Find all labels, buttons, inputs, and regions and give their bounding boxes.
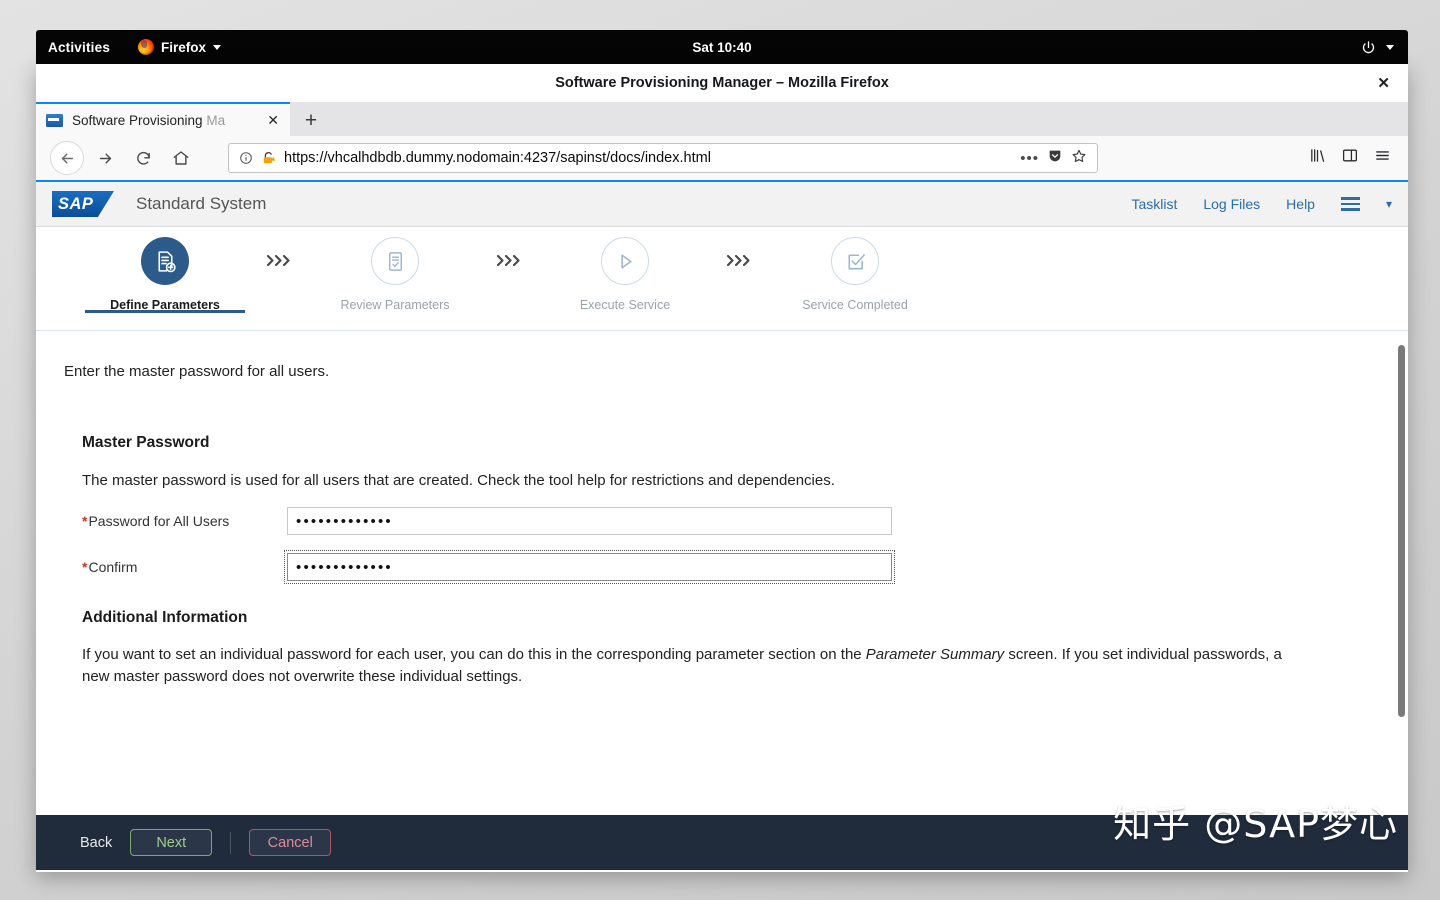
info-icon[interactable] — [239, 151, 253, 165]
chevrons-right-icon — [484, 237, 536, 268]
wizard-steps: Define Parameters Review Parameters Exec… — [36, 227, 1408, 331]
wizard-step-label: Service Completed — [802, 298, 908, 312]
navigation-toolbar: https://vhcalhdbdb.dummy.nodomain:4237/s… — [36, 136, 1408, 182]
browser-tab-active[interactable]: Software Provisioning Ma ✕ — [36, 102, 290, 136]
chevrons-right-icon — [254, 237, 306, 268]
bookmark-star-icon[interactable] — [1071, 148, 1087, 168]
page-actions-ellipsis-icon[interactable]: ••• — [1020, 150, 1039, 167]
sidebar-icon[interactable] — [1341, 147, 1359, 169]
additional-text-emphasis: Parameter Summary — [865, 646, 1005, 663]
activities-button[interactable]: Activities — [48, 40, 110, 55]
password-for-all-users-input[interactable]: ••••••••••••• — [287, 507, 892, 535]
close-tab-icon[interactable]: ✕ — [264, 112, 282, 129]
pocket-icon[interactable] — [1047, 148, 1063, 168]
nav-link-log-files[interactable]: Log Files — [1203, 196, 1260, 212]
firefox-window: Software Provisioning Manager – Mozilla … — [36, 64, 1408, 872]
form-row-password-for-all-users: *Password for All Users ••••••••••••• — [82, 507, 1348, 535]
content-body: Enter the master password for all users.… — [36, 331, 1408, 858]
required-indicator: * — [82, 513, 88, 529]
nav-link-tasklist[interactable]: Tasklist — [1131, 196, 1177, 212]
chevron-down-icon — [213, 44, 222, 50]
master-password-section: Master Password The master password is u… — [36, 434, 1408, 688]
wizard-active-underline — [85, 310, 245, 313]
toolbar-right-icons — [1308, 147, 1394, 169]
chevrons-right-icon — [714, 237, 766, 268]
wizard-step-service-completed[interactable]: Service Completed — [766, 237, 944, 312]
document-check-icon — [371, 237, 419, 285]
gnome-top-bar: Activities Firefox Sat 10:40 — [36, 30, 1408, 64]
scrollbar-thumb[interactable] — [1398, 345, 1405, 717]
url-bar[interactable]: https://vhcalhdbdb.dummy.nodomain:4237/s… — [228, 143, 1098, 173]
wizard-step-label: Review Parameters — [340, 298, 450, 312]
back-arrow-icon[interactable] — [50, 141, 84, 175]
cancel-button[interactable]: Cancel — [249, 829, 332, 856]
wizard-step-define-parameters[interactable]: Define Parameters — [76, 237, 254, 313]
wizard-step-execute-service[interactable]: Execute Service — [536, 237, 714, 312]
power-icon — [1362, 40, 1375, 53]
home-icon[interactable] — [164, 141, 198, 175]
additional-information-text: If you want to set an individual passwor… — [82, 644, 1292, 688]
sap-header-nav: Tasklist Log Files Help ▾ — [1131, 196, 1392, 212]
wizard-step-label: Execute Service — [579, 298, 671, 312]
sap-logo: SAP — [52, 191, 114, 217]
form-row-confirm: *Confirm ••••••••••••• — [82, 550, 1348, 584]
back-button[interactable]: Back — [80, 835, 112, 851]
sap-app-header: SAP Standard System Tasklist Log Files H… — [36, 182, 1408, 227]
firefox-app-menu-label: Firefox — [161, 39, 207, 55]
page-title: Standard System — [136, 194, 267, 213]
tab-title: Software Provisioning Ma — [72, 112, 226, 128]
library-icon[interactable] — [1308, 147, 1327, 169]
document-add-icon — [141, 237, 189, 285]
system-status-area[interactable] — [1361, 40, 1394, 55]
nav-link-help[interactable]: Help — [1286, 196, 1315, 212]
label-confirm: *Confirm — [82, 559, 287, 575]
screen: Activities Firefox Sat 10:40 Software Pr… — [0, 0, 1440, 900]
chevron-down-icon — [1386, 44, 1394, 50]
label-password-for-all-users: *Password for All Users — [82, 513, 287, 529]
app-menu-icon[interactable] — [1373, 147, 1392, 169]
section-heading-additional-information: Additional Information — [82, 609, 248, 626]
firefox-app-menu[interactable]: Firefox — [138, 39, 222, 55]
label-text: Confirm — [88, 559, 138, 575]
close-icon[interactable]: ✕ — [1377, 74, 1390, 92]
new-tab-button[interactable]: + — [290, 106, 332, 136]
section-description: The master password is used for all user… — [82, 472, 835, 489]
vertical-scrollbar[interactable] — [1395, 331, 1408, 858]
play-icon — [601, 237, 649, 285]
intro-text: Enter the master password for all users. — [64, 363, 330, 380]
firefox-logo-icon — [138, 39, 155, 55]
window-titlebar: Software Provisioning Manager – Mozilla … — [36, 64, 1408, 102]
chevron-down-icon[interactable]: ▾ — [1386, 197, 1392, 211]
sap-favicon-icon — [46, 113, 63, 127]
hamburger-menu-icon[interactable] — [1340, 197, 1360, 211]
next-button[interactable]: Next — [130, 829, 213, 856]
reload-icon[interactable] — [126, 141, 160, 175]
watermark: 知乎 @SAP梦心 — [1113, 802, 1398, 846]
label-text: Password for All Users — [88, 513, 230, 529]
page-content: SAP Standard System Tasklist Log Files H… — [36, 182, 1408, 870]
additional-text-part-1: If you want to set an individual passwor… — [82, 646, 866, 663]
sap-logo-text: SAP — [58, 194, 94, 213]
footer-divider — [230, 831, 232, 854]
window-title: Software Provisioning Manager – Mozilla … — [555, 75, 889, 91]
section-heading-master-password: Master Password — [82, 434, 210, 451]
confirm-password-input[interactable]: ••••••••••••• — [284, 550, 895, 584]
tab-strip: Software Provisioning Ma ✕ + — [36, 102, 1408, 136]
wizard-step-review-parameters[interactable]: Review Parameters — [306, 237, 484, 312]
required-indicator: * — [82, 559, 88, 575]
url-text: https://vhcalhdbdb.dummy.nodomain:4237/s… — [284, 150, 711, 166]
forward-arrow-icon[interactable] — [88, 141, 122, 175]
wizard-footer: Back Next Cancel 知乎 @SAP梦心 — [36, 802, 1408, 870]
clock[interactable]: Sat 10:40 — [36, 40, 1408, 55]
checkbox-check-icon — [831, 237, 879, 285]
insecure-lock-warning-icon[interactable] — [261, 151, 276, 166]
